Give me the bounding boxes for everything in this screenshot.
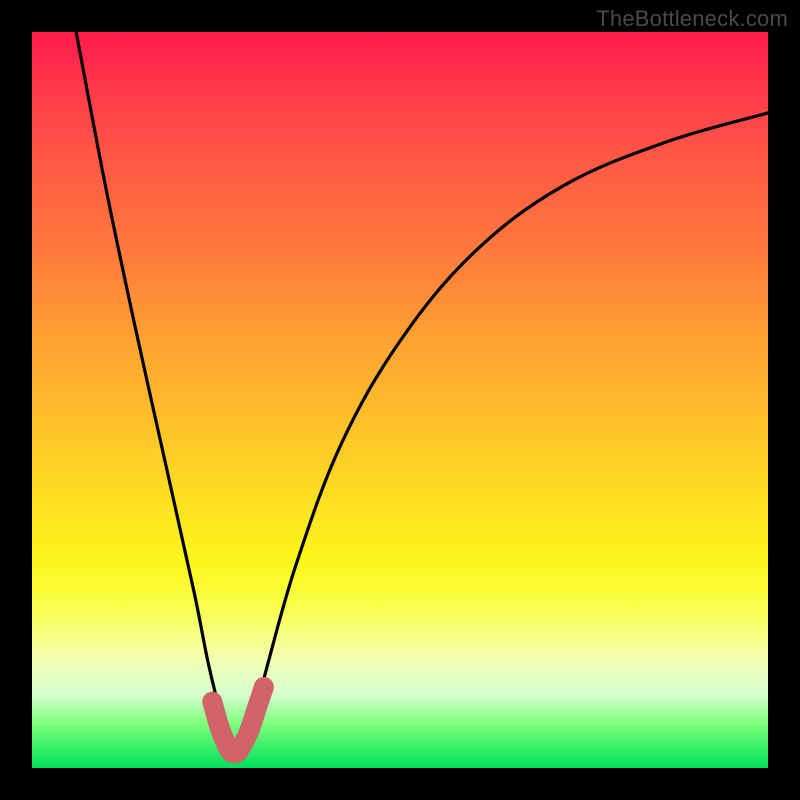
chart-frame: TheBottleneck.com (0, 0, 800, 800)
chart-svg (32, 32, 768, 768)
bottleneck-curve-path (76, 32, 768, 753)
watermark-text: TheBottleneck.com (596, 6, 788, 32)
